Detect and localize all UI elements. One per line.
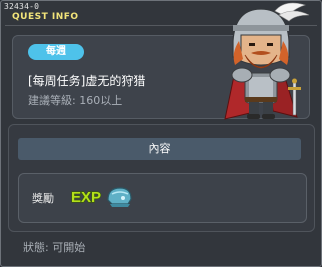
content-header: 內容 (18, 138, 301, 160)
window-id: 32434-0 (4, 2, 40, 11)
quest-type-badge: 每週 (28, 44, 84, 60)
quest-info-window: 32434-0 QUEST INFO 每週 [每周任务]虚无的狩猎 建議等級: … (0, 0, 322, 267)
reward-box: 獎勵 EXP (18, 173, 307, 223)
helmet-item-icon[interactable] (104, 182, 134, 212)
svg-text:EXP: EXP (71, 189, 101, 206)
content-panel: 內容 獎勵 EXP (8, 124, 315, 232)
quest-status: 狀態: 可開始 (23, 241, 86, 254)
recommended-level: 建議等級: 160以上 (28, 94, 123, 107)
exp-icon[interactable]: EXP (68, 184, 106, 208)
knight-npc-portrait (224, 2, 310, 120)
window-title: QUEST INFO (12, 12, 79, 22)
quest-name: [每周任务]虚无的狩猎 (28, 74, 146, 88)
reward-label: 獎勵 (32, 192, 54, 205)
